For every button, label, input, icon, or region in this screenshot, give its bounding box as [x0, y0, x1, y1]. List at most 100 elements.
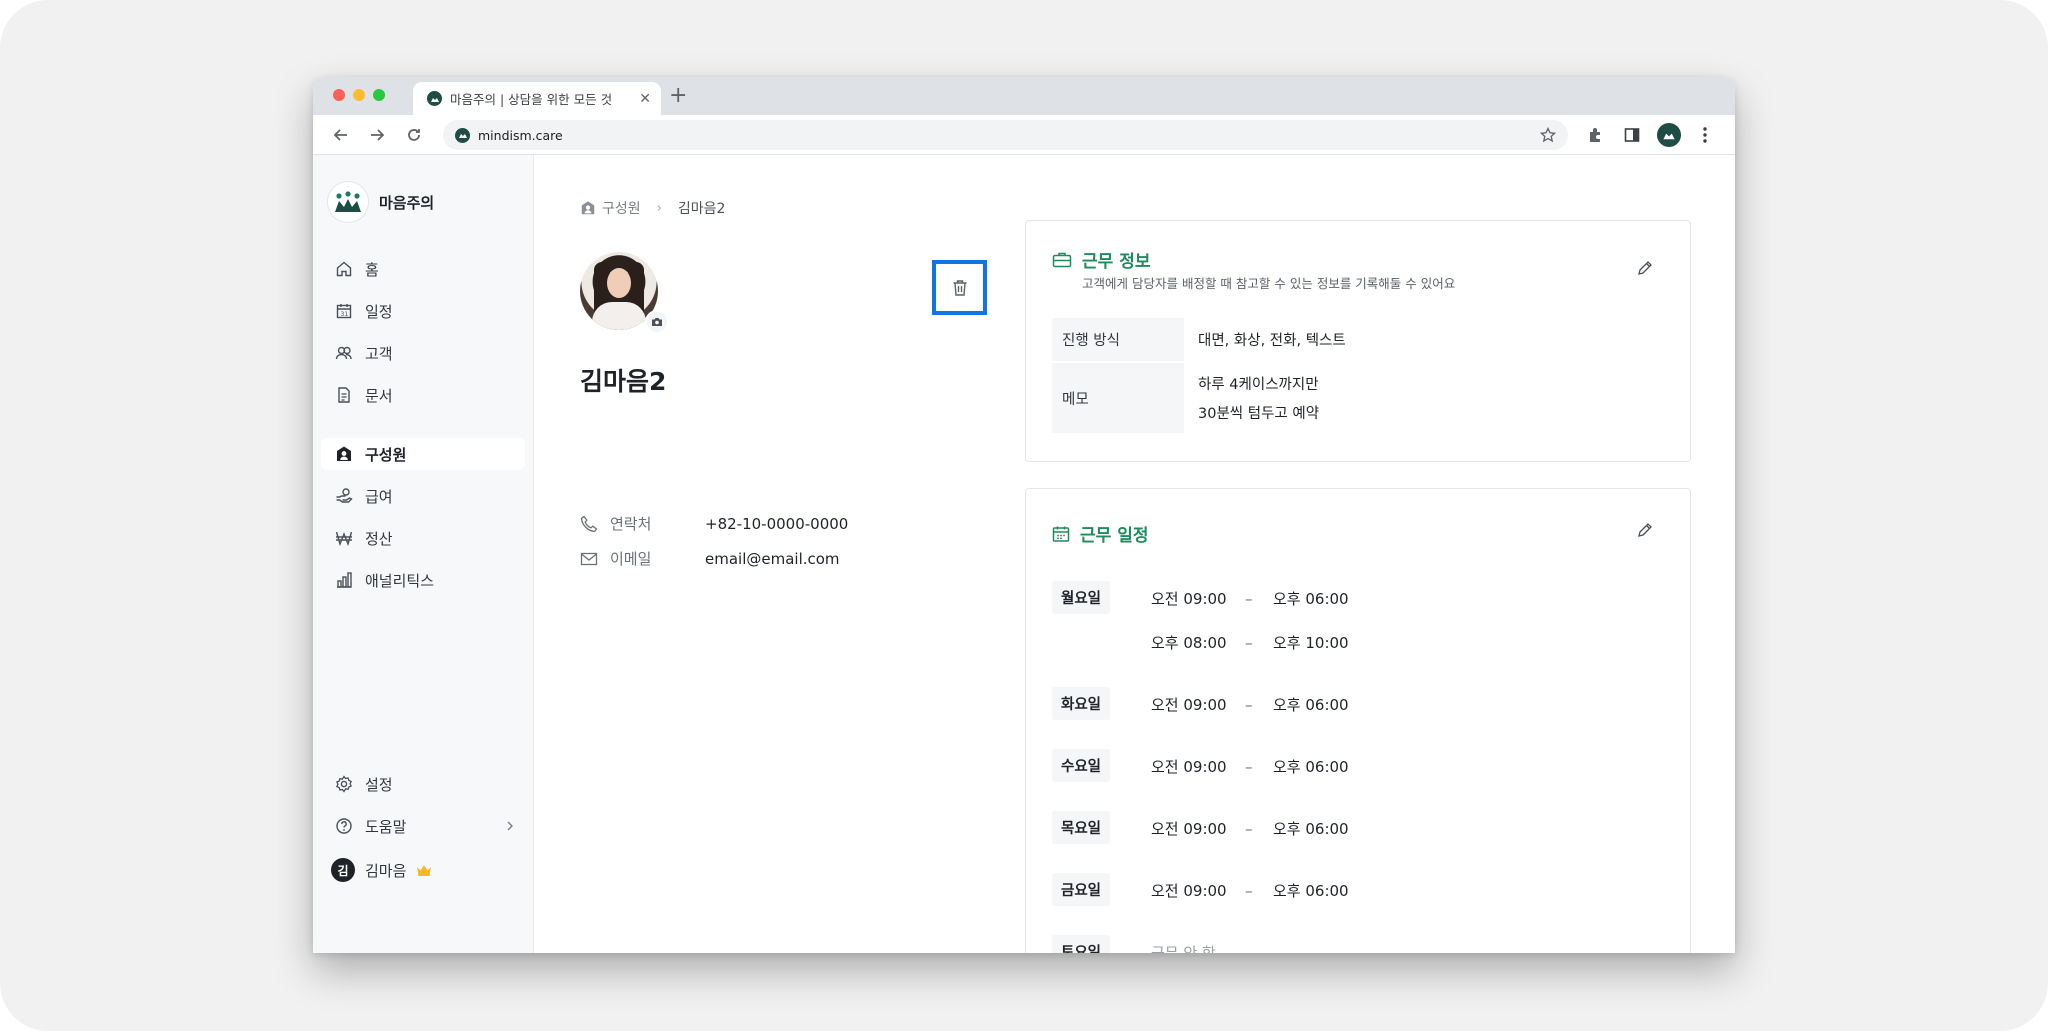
site-favicon-icon: [427, 91, 442, 106]
sidebar-item-home[interactable]: 홈: [321, 253, 525, 285]
main-content: 구성원 › 김마음2 김마음2 연락처 +82-10-0000-0000 이메일…: [535, 155, 1735, 953]
info-value: 30분씩 텀두고 예약: [1198, 406, 1320, 422]
off-text: 근무 안 함: [1151, 944, 1216, 953]
work-schedule-card: 근무 일정 월요일 오전 09:00– 오후 06:00 오후 08:00– 오후 …: [1025, 488, 1691, 953]
payroll-icon: [336, 488, 353, 503]
sidebar-item-label: 문서: [365, 386, 393, 405]
work-info-card: 근무 정보 고객에게 담당자를 배정할 때 참고할 수 있는 정보를 기록해둘 …: [1025, 220, 1691, 462]
home-icon: [336, 261, 352, 277]
user-name: 김마음: [365, 861, 407, 880]
url-text: mindism.care: [478, 127, 563, 143]
reload-icon: [408, 129, 420, 141]
app: 마음주의 홈 31 일정 고객 문서 구성원 급여 정산 애널리틱스 설정 도움…: [313, 155, 1735, 953]
change-photo-button[interactable]: [645, 310, 669, 334]
sidebar-item-payroll[interactable]: 급여: [321, 480, 525, 512]
edit-work-schedule-button[interactable]: [1634, 519, 1656, 541]
sidebar-item-label: 급여: [365, 487, 393, 506]
email-label: 이메일: [610, 550, 652, 568]
address-bar[interactable]: mindism.care: [443, 120, 1568, 150]
phone-value: +82-10-0000-0000: [705, 514, 849, 533]
info-key: 진행 방식: [1052, 318, 1184, 361]
contact-phone-row: 연락처 +82-10-0000-0000: [580, 513, 848, 534]
browser-tab[interactable]: 마음주의 | 상담을 위한 모든 것 ✕: [413, 82, 661, 115]
sidebar-item-schedule[interactable]: 31 일정: [321, 295, 525, 327]
new-tab-button[interactable]: +: [669, 83, 687, 108]
sidebar-item-label: 정산: [365, 529, 393, 548]
reload-button[interactable]: [402, 123, 426, 147]
briefcase-icon: [1052, 252, 1072, 267]
sidebar-item-documents[interactable]: 문서: [321, 379, 525, 411]
document-icon: [338, 387, 350, 403]
brand-name: 마음주의: [379, 193, 435, 212]
close-window-dot[interactable]: [333, 89, 345, 101]
browser-menu-icon[interactable]: [1693, 123, 1717, 147]
extensions-icon[interactable]: [1584, 123, 1608, 147]
svg-text:31: 31: [341, 311, 349, 318]
sidebar-item-label: 구성원: [365, 445, 407, 464]
day-chip-saturday: 토요일: [1052, 935, 1110, 953]
gear-icon: [336, 775, 352, 793]
pencil-icon: [1638, 261, 1652, 275]
people-icon: [335, 346, 352, 360]
camera-icon: [652, 318, 662, 326]
breadcrumb-current: 김마음2: [677, 201, 726, 217]
info-value: 대면, 화상, 전화, 텍스트: [1198, 333, 1346, 349]
back-button[interactable]: [329, 123, 353, 147]
time-slot: 오전 09:00– 오후 06:00: [1151, 819, 1349, 839]
work-info-title: 근무 정보: [1052, 247, 1150, 272]
tab-strip: 마음주의 | 상담을 위한 모든 것 ✕ +: [313, 77, 1735, 115]
browser-window: 마음주의 | 상담을 위한 모든 것 ✕ + mindism.care 마음주의…: [313, 77, 1735, 953]
maximize-window-dot[interactable]: [373, 89, 385, 101]
day-chip-thursday: 목요일: [1052, 811, 1110, 844]
time-slot: 오전 09:00– 오후 06:00: [1151, 881, 1349, 901]
forward-arrow-icon: [371, 129, 385, 141]
trash-icon: [953, 279, 966, 296]
site-info-icon[interactable]: [455, 127, 470, 143]
sidebar-item-help[interactable]: 도움말: [321, 810, 525, 842]
brand[interactable]: 마음주의: [327, 181, 434, 223]
delete-member-button[interactable]: [932, 260, 987, 315]
sidebar-item-label: 일정: [365, 302, 393, 321]
calendar-icon: [1052, 526, 1070, 542]
day-chip-tuesday: 화요일: [1052, 687, 1110, 720]
mail-icon: [580, 552, 598, 565]
back-arrow-icon: [333, 129, 347, 141]
user-avatar: 김: [331, 858, 355, 882]
breadcrumb-separator-icon: ›: [656, 200, 662, 216]
sidebar-item-label: 도움말: [365, 817, 407, 836]
side-panel-icon[interactable]: [1620, 123, 1644, 147]
profile-avatar[interactable]: [1657, 123, 1681, 147]
breadcrumb-parent[interactable]: 구성원: [602, 198, 641, 218]
forward-button[interactable]: [365, 123, 389, 147]
bookmark-star-icon[interactable]: [1540, 127, 1556, 143]
edit-work-info-button[interactable]: [1634, 257, 1656, 279]
brand-logo-icon: [327, 181, 369, 223]
info-value: 하루 4케이스까지만: [1198, 377, 1319, 393]
breadcrumb: 구성원 › 김마음2: [580, 198, 725, 218]
sidebar-item-settlement[interactable]: 정산: [321, 522, 525, 554]
sidebar-item-analytics[interactable]: 애널리틱스: [321, 564, 525, 596]
sidebar-item-members[interactable]: 구성원: [321, 438, 525, 470]
sidebar: 마음주의 홈 31 일정 고객 문서 구성원 급여 정산 애널리틱스 설정 도움…: [313, 155, 534, 953]
sidebar-item-settings[interactable]: 설정: [321, 768, 525, 800]
sidebar-item-label: 고객: [365, 344, 393, 363]
time-slot: 오전 09:00– 오후 06:00: [1151, 589, 1349, 609]
phone-label: 연락처: [610, 515, 652, 533]
day-chip-monday: 월요일: [1052, 581, 1110, 614]
calendar-icon: 31: [336, 304, 352, 319]
minimize-window-dot[interactable]: [353, 89, 365, 101]
member-name: 김마음2: [580, 367, 667, 396]
info-row-memo: 메모 하루 4케이스까지만 30분씩 텀두고 예약: [1052, 363, 1664, 433]
close-tab-icon[interactable]: ✕: [639, 91, 651, 107]
help-icon: [336, 818, 352, 834]
info-row-method: 진행 방식 대면, 화상, 전화, 텍스트: [1052, 318, 1664, 361]
sidebar-item-clients[interactable]: 고객: [321, 337, 525, 369]
chevron-right-icon: [507, 821, 513, 831]
sidebar-item-label: 홈: [365, 260, 379, 279]
member-icon: [337, 446, 351, 461]
crown-icon: [417, 864, 432, 876]
day-chip-wednesday: 수요일: [1052, 749, 1110, 782]
analytics-icon: [337, 572, 352, 588]
sidebar-user[interactable]: 김 김마음: [321, 854, 525, 886]
tab-title: 마음주의 | 상담을 위한 모든 것: [450, 92, 613, 107]
